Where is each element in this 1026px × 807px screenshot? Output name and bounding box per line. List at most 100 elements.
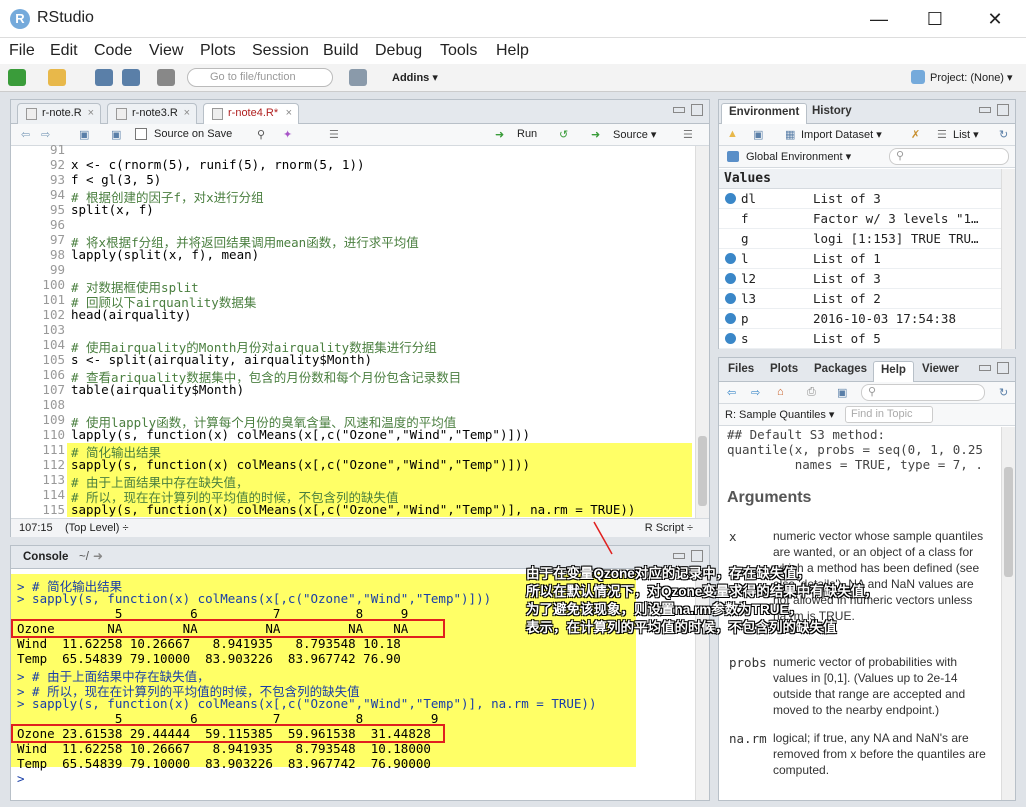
editor-scrollbar[interactable] — [695, 146, 709, 518]
env-value-row[interactable]: l2 List of 3 — [719, 269, 1001, 289]
tab-environment[interactable]: Environment — [721, 103, 808, 124]
forward-arrow-icon[interactable]: ⇨ — [41, 128, 50, 141]
env-value-row[interactable]: l List of 1 — [719, 249, 1001, 269]
rerun-icon[interactable]: ↺ — [559, 128, 568, 141]
source-on-save-checkbox[interactable] — [135, 128, 147, 140]
env-value-row[interactable]: p 2016-10-03 17:54:38 — [719, 309, 1001, 329]
env-value-row[interactable]: g logi [1:153] TRUE TRU… — [719, 229, 1001, 249]
tab-r-note3[interactable]: r-note3.R × — [107, 103, 197, 124]
back-arrow-icon[interactable]: ⇦ — [21, 128, 30, 141]
expand-icon[interactable] — [725, 253, 736, 264]
tab-viewer[interactable]: Viewer — [915, 361, 966, 377]
minimize-pane-icon[interactable] — [673, 107, 685, 113]
search-icon[interactable]: ⚲ — [257, 128, 265, 141]
close-tab-icon[interactable]: × — [184, 104, 190, 123]
doc-outline-icon[interactable]: ☰ — [683, 128, 693, 141]
print-icon[interactable]: ⎙ — [807, 386, 816, 399]
minimize-pane-icon[interactable] — [979, 365, 991, 371]
maximize-button[interactable]: ☐ — [912, 4, 958, 34]
expand-icon[interactable] — [725, 193, 736, 204]
open-file-icon[interactable] — [48, 69, 66, 86]
menu-view[interactable]: View — [149, 42, 183, 60]
addins-menu[interactable]: Addins ▾ — [392, 71, 438, 84]
minimize-button[interactable]: — — [856, 4, 902, 34]
menu-file[interactable]: File — [9, 42, 35, 60]
env-scrollbar[interactable] — [1001, 169, 1015, 349]
save-icon[interactable] — [95, 69, 113, 86]
line-number: 111 — [42, 442, 65, 457]
scope-selector[interactable]: (Top Level) ÷ — [65, 522, 129, 534]
outline-icon[interactable]: ☰ — [329, 128, 339, 141]
menu-session[interactable]: Session — [252, 42, 309, 60]
refresh-icon[interactable]: ↻ — [999, 128, 1008, 141]
project-menu[interactable]: Project: (None) ▾ — [930, 71, 1013, 84]
tab-history[interactable]: History — [805, 103, 859, 119]
menu-code[interactable]: Code — [94, 42, 132, 60]
find-in-topic-input[interactable]: Find in Topic — [845, 406, 933, 423]
env-value-row[interactable]: dl List of 3 — [719, 189, 1001, 209]
tab-help[interactable]: Help — [873, 361, 914, 382]
view-mode-menu[interactable]: List ▾ — [953, 128, 979, 141]
env-value-row[interactable]: l3 List of 2 — [719, 289, 1001, 309]
menu-tools[interactable]: Tools — [440, 42, 477, 60]
back-arrow-icon[interactable]: ⇦ — [727, 386, 736, 399]
annotation-line: 所以在默认情况下，对Qzone变量求得的结果中有缺失值， — [526, 584, 878, 599]
expand-icon[interactable] — [725, 293, 736, 304]
menu-build[interactable]: Build — [323, 42, 359, 60]
env-value-row[interactable]: f Factor w/ 3 levels "1… — [719, 209, 1001, 229]
menu-help[interactable]: Help — [496, 42, 529, 60]
console-title[interactable]: Console — [23, 551, 68, 563]
save-workspace-icon[interactable]: ▣ — [753, 128, 763, 141]
tab-r-note4[interactable]: r-note4.R* × — [203, 103, 299, 125]
expand-icon[interactable] — [725, 273, 736, 284]
help-search-input[interactable]: ⚲ — [861, 384, 985, 401]
goto-file-input[interactable]: Go to file/function — [187, 68, 333, 87]
minimize-pane-icon[interactable] — [979, 107, 991, 113]
save-icon[interactable]: ▣ — [111, 128, 121, 141]
menu-debug[interactable]: Debug — [375, 42, 422, 60]
tab-files[interactable]: Files — [721, 361, 761, 377]
env-tabs: Environment History — [719, 100, 1015, 124]
help-scrollbar[interactable] — [1001, 427, 1015, 800]
close-tab-icon[interactable]: × — [88, 104, 94, 123]
show-in-window-icon[interactable]: ▣ — [79, 128, 89, 141]
refresh-icon[interactable]: ↻ — [999, 386, 1008, 399]
import-dataset-menu[interactable]: Import Dataset ▾ — [801, 128, 882, 141]
env-search-input[interactable]: ⚲ — [889, 148, 1009, 165]
grid-layout-icon[interactable] — [349, 69, 367, 86]
tab-r-note[interactable]: r-note.R × — [17, 103, 101, 124]
maximize-pane-icon[interactable] — [997, 104, 1009, 116]
maximize-pane-icon[interactable] — [691, 550, 703, 562]
forward-arrow-icon[interactable]: ⇨ — [751, 386, 760, 399]
tab-plots[interactable]: Plots — [763, 361, 805, 377]
minimize-pane-icon[interactable] — [673, 553, 685, 559]
topic-selector[interactable]: R: Sample Quantiles ▾ — [725, 408, 834, 421]
expand-icon[interactable] — [725, 333, 736, 344]
wand-icon[interactable]: ✦ — [283, 128, 292, 141]
line-number: 103 — [42, 322, 65, 337]
new-file-icon[interactable] — [8, 69, 26, 86]
maximize-pane-icon[interactable] — [997, 362, 1009, 374]
menu-plots[interactable]: Plots — [200, 42, 236, 60]
show-in-window-icon[interactable]: ▣ — [837, 386, 847, 399]
annotation-line: 为了避免该现象，则设置na.rm参数为TRUE， — [526, 602, 803, 617]
broom-icon[interactable]: ✗ — [911, 128, 920, 141]
tab-packages[interactable]: Packages — [807, 361, 874, 377]
file-type-selector[interactable]: R Script ÷ — [645, 522, 693, 534]
scroll-thumb[interactable] — [1004, 467, 1013, 577]
source-button[interactable]: Source ▾ — [613, 128, 656, 141]
close-tab-icon[interactable]: × — [286, 104, 292, 123]
save-all-icon[interactable] — [122, 69, 140, 86]
print-icon[interactable] — [157, 69, 175, 86]
menu-edit[interactable]: Edit — [50, 42, 78, 60]
close-button[interactable]: ✕ — [972, 4, 1018, 34]
expand-icon[interactable] — [725, 313, 736, 324]
load-workspace-icon[interactable]: ▲ — [727, 128, 738, 140]
goto-dir-icon[interactable]: ➜ — [93, 549, 103, 563]
env-value-row[interactable]: s List of 5 — [719, 329, 1001, 349]
maximize-pane-icon[interactable] — [691, 104, 703, 116]
environment-selector[interactable]: Global Environment ▾ — [746, 150, 851, 163]
run-button[interactable]: Run — [517, 128, 537, 140]
scroll-thumb[interactable] — [698, 436, 707, 506]
home-icon[interactable]: ⌂ — [777, 386, 784, 398]
